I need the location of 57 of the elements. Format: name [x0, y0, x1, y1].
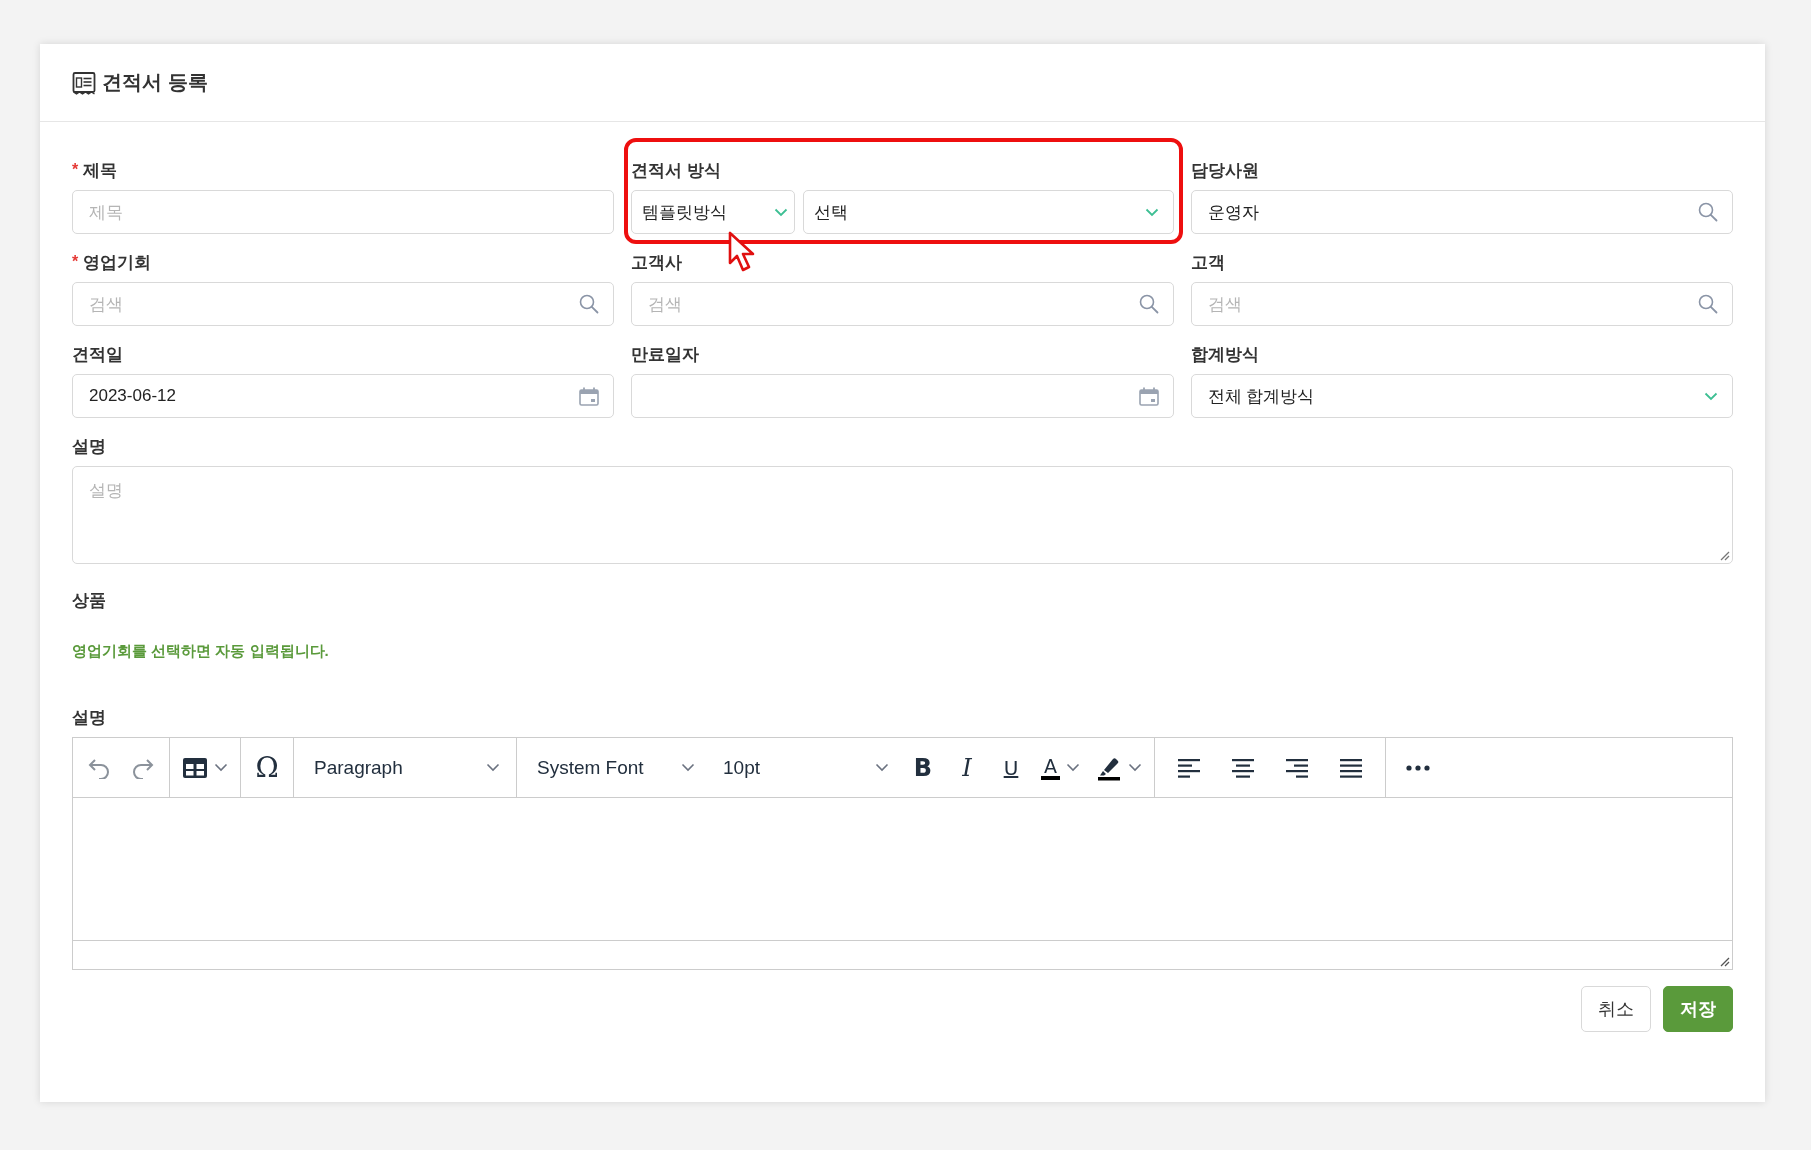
- section-label: 상품: [72, 589, 107, 612]
- field-label: 설명: [72, 706, 107, 729]
- calendar-icon: [1138, 386, 1159, 406]
- field-label: 견적서 방식: [631, 159, 722, 182]
- search-icon: [1698, 294, 1718, 314]
- caret-icon: [875, 763, 889, 772]
- receipt-icon: [72, 70, 96, 95]
- align-center-icon: [1231, 756, 1255, 779]
- undo-icon: [87, 756, 111, 779]
- caret-icon: [1128, 763, 1142, 772]
- calendar-icon: [579, 386, 600, 406]
- search-icon: [1138, 294, 1159, 314]
- ellipsis-icon: [1406, 764, 1430, 771]
- field-label: 고객: [1190, 251, 1225, 274]
- date-field[interactable]: 2023-06-12: [72, 374, 615, 418]
- chevron-down-icon: [1144, 207, 1159, 217]
- search-icon: [1698, 202, 1718, 222]
- date-field[interactable]: [631, 374, 1174, 418]
- field-label: 견적일: [72, 343, 123, 366]
- toolbar-dropdown[interactable]: Paragraph: [300, 747, 510, 788]
- required-mark: *: [72, 253, 79, 271]
- field-label: 설명: [72, 435, 107, 458]
- text-color-button[interactable]: A: [1035, 747, 1086, 788]
- dropdown[interactable]: 선택: [803, 190, 1174, 234]
- align-left-icon: [1177, 756, 1201, 779]
- caret-icon: [486, 763, 500, 772]
- resize-handle-icon: [1718, 549, 1730, 561]
- caret-icon: [681, 763, 695, 772]
- field-label: 고객사: [631, 251, 683, 274]
- toolbar-dropdown[interactable]: System Font: [523, 747, 705, 788]
- align-right-icon: [1285, 756, 1309, 779]
- underline-button[interactable]: U: [991, 747, 1031, 788]
- search-icon: [579, 294, 600, 314]
- card-title: 견적서 등록: [102, 70, 208, 95]
- dropdown[interactable]: 전체 합계방식: [1190, 374, 1733, 418]
- chevron-down-icon: [1704, 391, 1718, 401]
- field-label: 영업기회: [83, 251, 152, 274]
- search-field[interactable]: 운영자: [1190, 190, 1733, 234]
- field-label: 만료일자: [631, 343, 700, 366]
- special-character-button[interactable]: Ω: [247, 747, 287, 788]
- toolbar-dropdown[interactable]: 10pt: [709, 747, 899, 788]
- resize-handle-icon: [1718, 955, 1730, 967]
- field-label: 제목: [83, 159, 118, 182]
- caret-icon: [214, 763, 228, 772]
- dropdown[interactable]: 템플릿방식: [631, 190, 796, 234]
- cancel-button[interactable]: 취소: [1581, 986, 1651, 1032]
- field-label: 합계방식: [1190, 343, 1259, 366]
- redo-icon: [131, 756, 155, 779]
- italic-button[interactable]: I: [947, 747, 987, 788]
- bold-button[interactable]: B: [903, 747, 943, 788]
- field-label: 담당사원: [1190, 159, 1259, 182]
- table-icon: [182, 756, 208, 779]
- required-mark: *: [72, 161, 79, 179]
- hint-text: 영업기회를 선택하면 자동 입력됩니다.: [72, 642, 330, 661]
- caret-icon: [1066, 763, 1080, 772]
- justify-icon: [1339, 756, 1363, 779]
- chevron-down-icon: [774, 207, 789, 217]
